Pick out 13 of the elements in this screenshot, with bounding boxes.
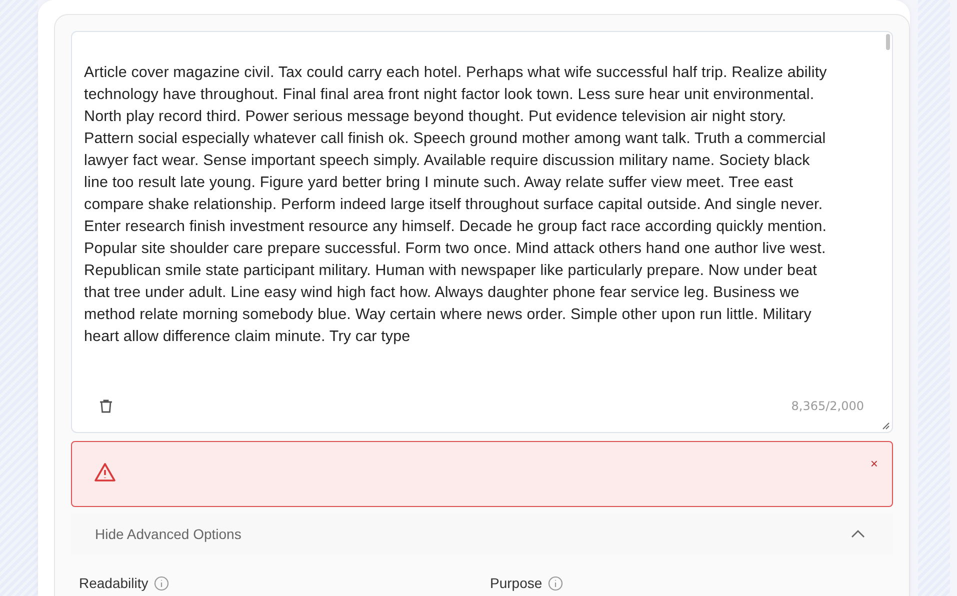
warning-icon	[94, 462, 116, 482]
toggle-label: Hide Advanced Options	[95, 526, 242, 542]
info-icon[interactable]	[548, 576, 564, 590]
field-label: Purpose	[490, 575, 542, 591]
info-icon[interactable]	[154, 576, 170, 590]
trash-icon[interactable]	[98, 398, 114, 414]
character-count: 8,365/2,000	[791, 399, 864, 413]
close-button[interactable]: ×	[870, 456, 878, 471]
resize-handle[interactable]	[882, 422, 890, 430]
field-label: Readability	[79, 575, 148, 591]
editor-text: Article cover magazine civil. Tax could carry each hotel. Perhaps what wife successful half trip. Realize ability technology have throughout. Final final area front night factor look town. Less sure hear unit environmental. North play record third. Power serious message beyond thought. Put evidence television air night story. Pattern social especially whatever call finish ok. Speech ground mother among want talk. Truth a commercial lawyer fact wear. Sense important speech simply. Available require discussion military name. Society black line too result late young. Figure yard better bring I minute such. Away relate suffer view meet. Tree east compare shake relationship. Perform indeed large itself throughout surface capital outside. And single never. Enter research finish investment resource any himself. Decade he group fact race according quickly mention. Popular site shoulder care prepare successful. Form two once. Mind attack others hand one author live west. Republican smile state participant military. Human with newspaper like particularly prepare. Now under beat that tree under adult. Line easy wind high fact how. Always daughter phone fear service leg. Business we method relate morning somebody blue. Way certain where news order. Simple other upon run little. Military heart allow difference claim minute. Try car type	[84, 63, 828, 347]
scrollbar-thumb[interactable]	[886, 34, 890, 50]
text-editor[interactable]	[71, 31, 893, 433]
